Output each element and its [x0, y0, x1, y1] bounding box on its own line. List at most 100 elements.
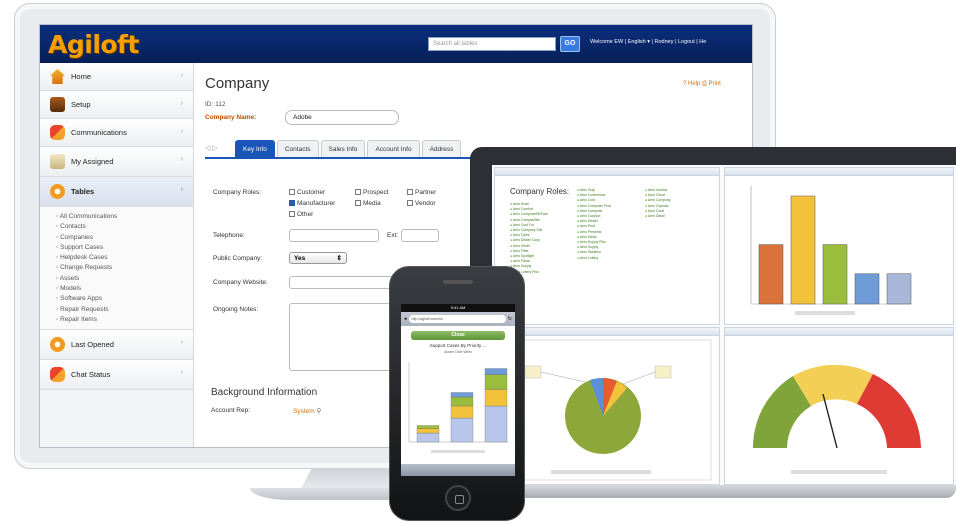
checkbox[interactable]: [289, 189, 295, 195]
role-list-item[interactable]: Aero Lottery: [577, 256, 611, 261]
phone-home-button[interactable]: [445, 485, 471, 511]
account-rep-text: System: [293, 408, 315, 415]
role-checkbox-other[interactable]: Other: [289, 211, 313, 218]
tab-address[interactable]: Address: [421, 140, 462, 157]
submenu-item[interactable]: Repair Requests: [56, 305, 193, 315]
submenu-item[interactable]: Change Requests: [56, 263, 193, 273]
tab-contacts[interactable]: Contacts: [276, 140, 319, 157]
bar: [758, 244, 784, 305]
checkbox[interactable]: [289, 211, 295, 217]
stacked-bar-segment: [450, 417, 474, 443]
search-go-button[interactable]: GO: [560, 36, 580, 52]
laptop: Company Roles: Aero HudeAero ComfortAero…: [470, 147, 956, 502]
checkbox[interactable]: [407, 200, 413, 206]
sidebar-item-label: Chat Status: [71, 370, 111, 380]
record-id: ID: 112: [205, 101, 226, 108]
select-value: Yes: [294, 255, 306, 262]
tab-key-info[interactable]: Key Info: [235, 140, 275, 157]
checkbox-label: Vendor: [415, 200, 436, 207]
sidebar-item-setup[interactable]: Setup ›: [40, 91, 193, 119]
reload-icon[interactable]: ↻: [508, 316, 512, 322]
folder-icon: [50, 154, 65, 169]
submenu-item[interactable]: Software Apps: [56, 294, 193, 304]
bar: [790, 195, 816, 305]
checkbox[interactable]: [407, 189, 413, 195]
phone-chart-title: Support Cases By Priority ...: [429, 343, 487, 348]
help-print-links[interactable]: ? Help ⎙ Print: [683, 81, 721, 88]
tab-scroll-arrows[interactable]: ◁ ▷: [205, 144, 235, 157]
pie-callout: [654, 365, 672, 379]
submenu-item[interactable]: Companies: [56, 233, 193, 243]
role-list-item[interactable]: Aero Company: [645, 198, 671, 203]
legend: [795, 311, 855, 315]
role-checkbox-partner[interactable]: Partner: [407, 189, 436, 196]
sidebar-item-tables[interactable]: Tables ›: [40, 177, 193, 207]
checkbox[interactable]: [355, 189, 361, 195]
phone-browser-toolbar[interactable]: [401, 464, 515, 476]
gauge-panel: [724, 327, 954, 485]
user-menu[interactable]: Welcome EW | English ▾ | Rodney | Logout…: [590, 39, 706, 45]
search-input[interactable]: Search all tables: [428, 37, 556, 51]
laptop-dashboard: Company Roles: Aero HudeAero ComfortAero…: [492, 165, 956, 487]
tables-submenu: All Communications Contacts Companies Su…: [40, 207, 193, 331]
chevron-down-icon: ›: [180, 186, 183, 193]
submenu-item[interactable]: Assets: [56, 274, 193, 284]
bar-chart: [750, 186, 912, 315]
chevron-right-icon: ›: [180, 369, 183, 377]
sidebar-item-home[interactable]: Home ›: [40, 63, 193, 91]
setup-icon: [50, 97, 65, 112]
sidebar-item-chat-status[interactable]: Chat Status ›: [40, 360, 193, 391]
submenu-item[interactable]: All Communications: [56, 212, 193, 222]
legend: [431, 450, 485, 453]
submenu-item[interactable]: Support Cases: [56, 243, 193, 253]
phone-url-field[interactable]: http://agiloft.com/ew: [408, 315, 506, 323]
sidebar-item-last-opened[interactable]: Last Opened ›: [40, 330, 193, 361]
telephone-field[interactable]: [289, 229, 379, 242]
background-section-title: Background Information: [211, 387, 318, 398]
stacked-bar-segment: [416, 428, 440, 434]
search-icon[interactable]: ⚲: [316, 408, 321, 415]
ext-field[interactable]: [401, 229, 439, 242]
sidebar: Home › Setup › Communications › My Assig…: [40, 63, 194, 447]
phone-screen: 9:41 AM ◂ http://agiloft.com/ew ↻ Close …: [401, 304, 515, 476]
tab-account-info[interactable]: Account Info: [367, 140, 420, 157]
checkbox[interactable]: [289, 200, 295, 206]
tab-sales-info[interactable]: Sales Info: [320, 140, 366, 157]
phone-close-button[interactable]: Close: [411, 331, 505, 340]
pie-chart-panel: [494, 327, 720, 485]
sidebar-item-label: Communications: [71, 128, 127, 137]
submenu-item[interactable]: Models: [56, 284, 193, 294]
account-rep-value[interactable]: System ⚲: [293, 407, 321, 415]
role-checkbox-manufacturer[interactable]: Manufacturer: [289, 200, 335, 207]
chat-bubbles-icon: [50, 125, 65, 140]
role-checkbox-media[interactable]: Media: [355, 200, 381, 207]
checkbox-label: Other: [297, 211, 314, 218]
sidebar-item-communications[interactable]: Communications ›: [40, 119, 193, 147]
phone-status-bar: 9:41 AM: [401, 304, 515, 312]
top-bar: Agiloft Search all tables GO Welcome EW …: [40, 25, 752, 63]
stacked-bar-segment: [416, 432, 440, 443]
submenu-item[interactable]: Repair Items: [56, 315, 193, 325]
sidebar-item-label: Setup: [71, 100, 91, 109]
role-checkbox-customer[interactable]: Customer: [289, 189, 325, 196]
submenu-item[interactable]: Helpdesk Cases: [56, 253, 193, 263]
stacked-bar-segment: [450, 392, 474, 398]
company-roles-label: Company Roles:: [213, 189, 262, 196]
role-list-item[interactable]: Aero Compose/McFadi: [510, 212, 548, 217]
back-icon[interactable]: ◂: [404, 316, 407, 322]
bar: [822, 244, 848, 305]
stacked-bar-segment: [484, 368, 508, 375]
company-name-field[interactable]: Adobe: [285, 110, 399, 125]
sidebar-item-label: Tables: [71, 187, 95, 196]
submenu-item[interactable]: Contacts: [56, 222, 193, 232]
role-list-item[interactable]: Aero Detail: [645, 214, 670, 219]
company-name-label: Company Name:: [205, 114, 257, 121]
role-checkbox-prospect[interactable]: Prospect: [355, 189, 389, 196]
sidebar-item-my-assigned[interactable]: My Assigned ›: [40, 147, 193, 177]
phone-stacked-bar-chart: [408, 362, 509, 453]
public-company-select[interactable]: Yes ⇕: [289, 252, 347, 264]
phone-speaker: [443, 280, 473, 284]
role-checkbox-vendor[interactable]: Vendor: [407, 200, 436, 207]
roles-column-1: Aero HudeAero ComfortAero Compose/McFadi…: [510, 202, 548, 275]
checkbox[interactable]: [355, 200, 361, 206]
